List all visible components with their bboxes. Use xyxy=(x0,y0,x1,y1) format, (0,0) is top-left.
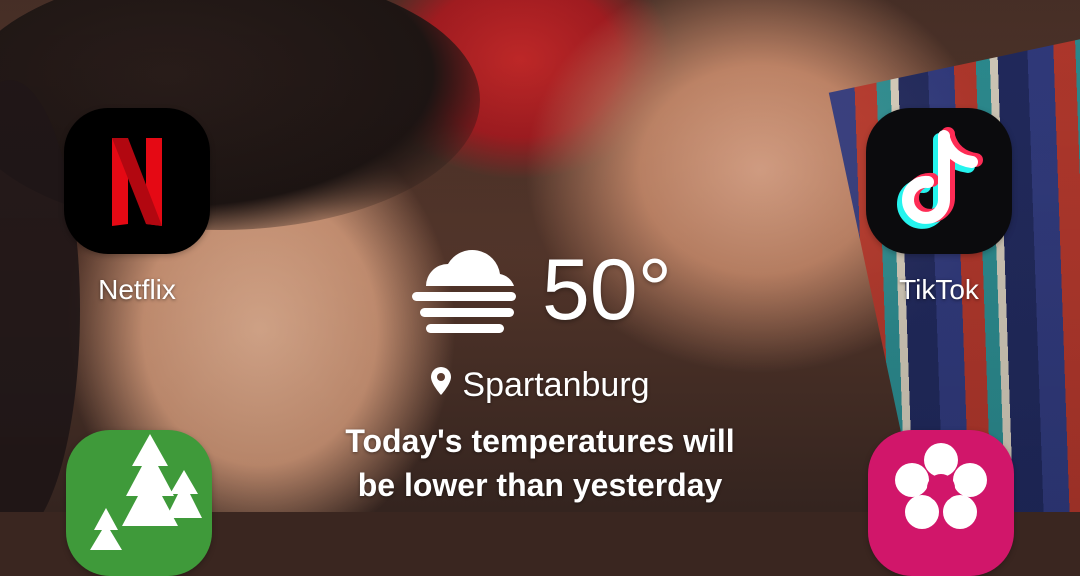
tiktok-icon[interactable] xyxy=(866,108,1012,254)
weather-widget[interactable]: 50° Spartanburg Today's temperatures wil… xyxy=(300,240,780,507)
location-name: Spartanburg xyxy=(462,366,650,404)
app-label: Netflix xyxy=(98,274,176,305)
forecast-text: Today's temperatures will be lower than … xyxy=(300,419,780,507)
forecast-line-2: be lower than yesterday xyxy=(357,467,723,503)
fog-cloud-icon xyxy=(408,240,520,341)
app-label: TikTok xyxy=(899,274,979,305)
forest-app-icon[interactable] xyxy=(66,430,212,576)
app-flower[interactable] xyxy=(866,430,1016,576)
forecast-line-1: Today's temperatures will xyxy=(345,423,735,459)
app-netflix[interactable]: Netflix xyxy=(62,108,212,306)
location-row: Spartanburg xyxy=(300,366,780,405)
flower-app-icon[interactable] xyxy=(868,430,1014,576)
weather-temp-row: 50° xyxy=(300,240,780,340)
temperature: 50° xyxy=(541,242,673,338)
netflix-icon[interactable] xyxy=(64,108,210,254)
location-pin-icon xyxy=(430,366,452,405)
app-forest[interactable] xyxy=(64,430,214,576)
app-tiktok[interactable]: TikTok xyxy=(864,108,1014,306)
